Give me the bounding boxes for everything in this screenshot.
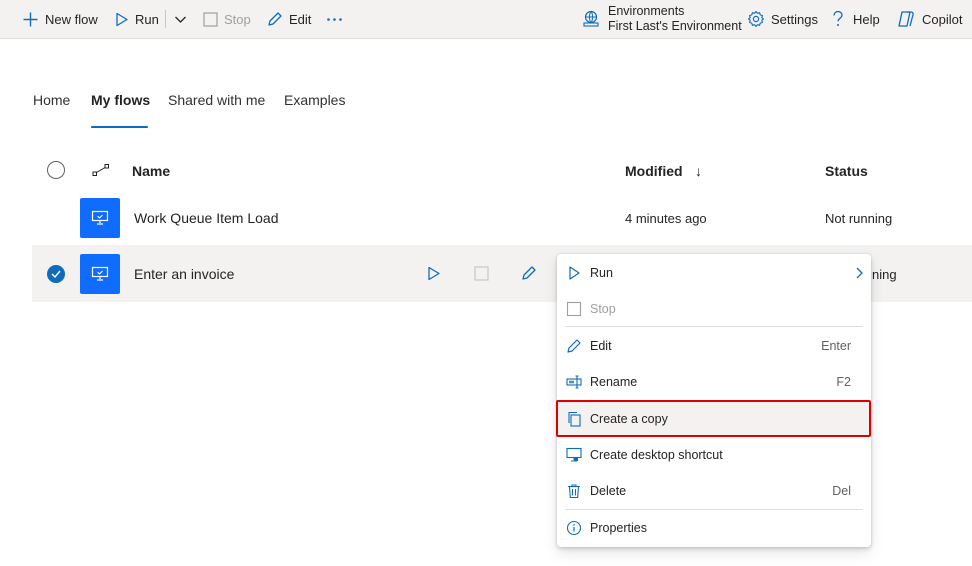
run-button[interactable]: Run [115, 0, 159, 38]
settings-label: Settings [771, 11, 818, 27]
edit-label: Edit [289, 11, 312, 27]
copilot-icon [898, 11, 914, 27]
environment-name: First Last's Environment [608, 19, 742, 33]
edit-button[interactable]: Edit [266, 0, 311, 38]
menu-item-stop[interactable]: Stop [557, 292, 871, 326]
help-label: Help [853, 11, 880, 27]
run-divider [165, 0, 166, 38]
stop-label: Stop [224, 11, 251, 27]
menu-item-properties[interactable]: Properties [557, 511, 871, 545]
environment-picker[interactable]: Environments First Last's Environment [582, 0, 742, 38]
highlight-annotation-box [556, 400, 871, 437]
menu-divider [565, 326, 863, 327]
flow-name[interactable]: Enter an invoice [134, 266, 234, 282]
more-icon [327, 17, 342, 21]
more-options-button[interactable] [326, 0, 343, 38]
flow-status: Not running [825, 211, 893, 226]
menu-item-shortcut: Enter [821, 339, 851, 353]
environment-label: Environments [608, 4, 685, 18]
info-icon [566, 520, 582, 536]
play-icon [569, 266, 580, 280]
column-header-name[interactable]: Name [132, 163, 170, 179]
menu-item-label: Rename [590, 375, 638, 389]
environment-icon [583, 10, 599, 27]
stop-icon [566, 301, 582, 317]
row-edit-icon[interactable] [520, 265, 537, 282]
stop-button[interactable]: Stop [203, 0, 251, 38]
menu-item-edit[interactable]: Edit Enter [557, 329, 871, 363]
active-tab-indicator [91, 126, 148, 128]
chevron-right-icon [856, 267, 863, 279]
tab-home[interactable]: Home [33, 92, 70, 114]
play-icon [116, 12, 128, 26]
menu-item-run[interactable]: Run [557, 256, 871, 290]
menu-item-delete[interactable]: Delete Del [557, 474, 871, 508]
column-header-modified[interactable]: Modified [625, 163, 683, 179]
chevron-down-icon [175, 16, 186, 23]
desktop-flow-icon [80, 254, 120, 294]
flow-status-partial: ning [872, 267, 897, 282]
desktop-shortcut-icon [566, 447, 582, 462]
help-button[interactable]: Help [831, 0, 880, 38]
menu-item-create-desktop-shortcut[interactable]: Create desktop shortcut [557, 438, 871, 472]
menu-item-rename[interactable]: Rename F2 [557, 365, 871, 399]
run-label: Run [135, 11, 159, 27]
menu-item-label: Create desktop shortcut [590, 448, 723, 462]
trash-icon [568, 484, 580, 499]
row-stop-icon[interactable] [474, 266, 489, 281]
copilot-label: Copilot [922, 11, 963, 27]
new-flow-button[interactable]: New flow [22, 0, 98, 38]
select-all-checkbox[interactable] [47, 161, 65, 179]
menu-item-label: Run [590, 266, 613, 280]
menu-item-label: Stop [590, 302, 616, 316]
command-bar: New flow Run Stop Edit Environments Firs… [0, 0, 972, 39]
tab-shared-with-me[interactable]: Shared with me [168, 92, 265, 114]
run-dropdown-button[interactable] [174, 0, 187, 38]
rename-icon [566, 375, 582, 389]
gear-icon [747, 10, 765, 28]
row-checkbox-checked[interactable] [47, 265, 65, 283]
plus-icon [23, 12, 38, 26]
menu-item-label: Properties [590, 521, 647, 535]
help-icon [833, 10, 843, 26]
menu-item-shortcut: F2 [836, 375, 851, 389]
sort-descending-icon: ↓ [695, 163, 702, 179]
menu-item-label: Edit [590, 339, 612, 353]
flow-name[interactable]: Work Queue Item Load [134, 210, 278, 226]
checkmark-icon [51, 270, 61, 278]
flow-modified: 4 minutes ago [625, 211, 707, 226]
flow-type-icon [92, 164, 109, 176]
stop-icon [203, 11, 218, 27]
tab-examples[interactable]: Examples [284, 92, 345, 114]
column-header-status[interactable]: Status [825, 163, 868, 179]
menu-item-shortcut: Del [832, 484, 851, 498]
pencil-icon [268, 11, 282, 26]
desktop-flow-icon [80, 198, 120, 238]
new-flow-label: New flow [45, 11, 98, 27]
menu-divider [565, 509, 863, 510]
tab-my-flows[interactable]: My flows [91, 92, 150, 114]
pencil-icon [567, 339, 581, 353]
row-run-icon[interactable] [427, 266, 441, 281]
settings-button[interactable]: Settings [747, 0, 818, 38]
menu-item-label: Delete [590, 484, 627, 498]
copilot-button[interactable]: Copilot [896, 0, 962, 38]
